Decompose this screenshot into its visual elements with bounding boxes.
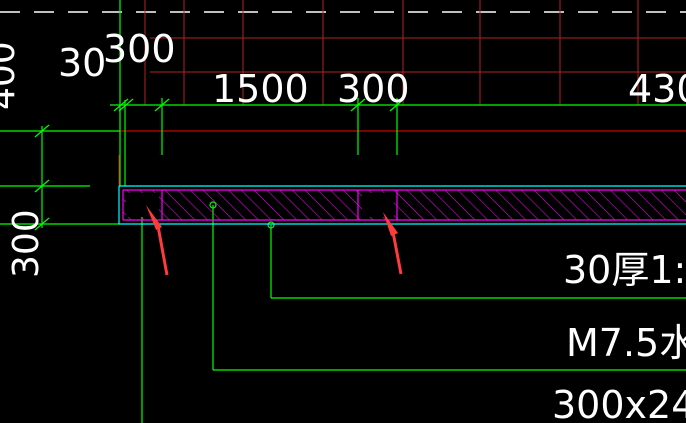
hollow-cell-left bbox=[126, 193, 159, 217]
arrow-icon bbox=[383, 212, 403, 275]
cad-drawing: 30 300 1500 300 430 400 300 30厚1: M7.5水 … bbox=[0, 0, 686, 423]
slab-hatch bbox=[123, 190, 686, 220]
dim-label-1500: 1500 bbox=[212, 67, 309, 111]
dim-label-430: 430 bbox=[628, 67, 686, 111]
annotation-line-3: 300x24 bbox=[552, 383, 686, 423]
dim-label-30: 30 bbox=[58, 41, 106, 85]
annotation-line-2: M7.5水 bbox=[566, 321, 686, 365]
hollow-cell-right bbox=[362, 193, 394, 217]
dim-label-300-vertical: 300 bbox=[6, 209, 47, 278]
annotation-line-1: 30厚1: bbox=[563, 248, 686, 292]
dim-label-300-top: 300 bbox=[103, 27, 176, 71]
dim-label-300-mid: 300 bbox=[337, 67, 410, 111]
dim-label-400-vertical: 400 bbox=[0, 41, 23, 110]
cad-canvas: 30 300 1500 300 430 400 300 30厚1: M7.5水 … bbox=[0, 0, 686, 423]
